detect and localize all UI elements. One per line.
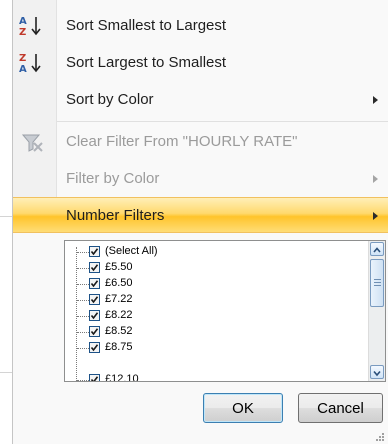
grip-dot (376, 439, 378, 441)
sort-ascending-label: Sort Smallest to Largest (66, 17, 227, 34)
list-item-label: £8.52 (105, 325, 133, 337)
checkmark-icon (90, 264, 99, 272)
tree-branch (77, 268, 89, 269)
grip-dot (379, 436, 381, 438)
menu-separator (57, 121, 388, 122)
checkbox[interactable] (89, 294, 100, 305)
sort-descending-icon: Z A (19, 53, 41, 75)
submenu-arrow-icon (373, 175, 378, 183)
list-item[interactable]: £8.22 (65, 308, 365, 324)
grip-dot (382, 439, 384, 441)
tree-branch (77, 380, 89, 381)
checkbox[interactable] (89, 374, 100, 381)
tree-branch (77, 284, 89, 285)
scroll-up-button[interactable] (370, 242, 384, 256)
list-item[interactable]: £8.52 (65, 324, 365, 340)
svg-text:A: A (19, 16, 27, 27)
list-item[interactable]: £5.50 (65, 260, 365, 276)
list-item-select-all[interactable]: (Select All) (65, 244, 365, 260)
clear-filter-label: Clear Filter From "HOURLY RATE" (66, 133, 298, 150)
resize-grip-icon[interactable] (374, 431, 384, 441)
checkmark-icon (90, 296, 99, 304)
sort-by-color-label: Sort by Color (66, 91, 154, 108)
grip-line (374, 282, 381, 283)
grip-line (374, 285, 381, 286)
list-item-label: £8.22 (105, 309, 133, 321)
menu-item-number-filters[interactable]: Number Filters (13, 197, 388, 233)
list-item[interactable]: £12.10 (65, 372, 365, 382)
menu-item-clear-filter[interactable]: Clear Filter From "HOURLY RATE" (13, 124, 388, 160)
chevron-up-icon (373, 247, 381, 253)
list-item[interactable]: £8.75 (65, 340, 365, 356)
checkbox[interactable] (89, 278, 100, 289)
checkbox[interactable] (89, 326, 100, 337)
scroll-thumb[interactable] (370, 259, 384, 307)
tree-branch (77, 300, 89, 301)
number-filters-label: Number Filters (66, 207, 165, 224)
checkmark-icon (90, 280, 99, 288)
sort-ascending-icon: A Z (19, 16, 41, 38)
checkbox[interactable] (89, 262, 100, 273)
menu-item-filter-by-color[interactable]: Filter by Color (13, 161, 388, 197)
checkmark-icon (90, 248, 99, 256)
checkbox[interactable] (89, 342, 100, 353)
menu-item-sort-largest-to-smallest[interactable]: Z A Sort Largest to Smallest (13, 45, 388, 81)
filter-by-color-label: Filter by Color (66, 170, 160, 187)
list-item-label: £5.50 (105, 261, 133, 273)
grip-dot (379, 439, 381, 441)
grip-line (374, 279, 381, 280)
sort-descending-label: Sort Largest to Smallest (66, 54, 227, 71)
grip-dot (382, 436, 384, 438)
list-item[interactable]: £7.22 (65, 292, 365, 308)
checkbox[interactable] (89, 310, 100, 321)
svg-text:Z: Z (19, 53, 26, 64)
list-item-label: (Select All) (105, 245, 158, 257)
scroll-down-button[interactable] (370, 365, 384, 379)
tree-branch (77, 316, 89, 317)
list-item-label: £12.10 (105, 373, 139, 382)
grip-dot (382, 433, 384, 435)
submenu-arrow-icon (373, 96, 378, 104)
list-item-label: £8.75 (105, 341, 133, 353)
tree-branch (77, 252, 89, 253)
menu-item-sort-by-color[interactable]: Sort by Color (13, 82, 388, 118)
list-item-label: £6.50 (105, 277, 133, 289)
list-item[interactable]: £6.50 (65, 276, 365, 292)
checkmark-icon (90, 312, 99, 320)
checkbox[interactable] (89, 246, 100, 257)
cancel-button[interactable]: Cancel (298, 393, 383, 423)
chevron-down-icon (373, 370, 381, 377)
vertical-scrollbar[interactable] (368, 241, 385, 381)
submenu-arrow-icon (373, 212, 378, 220)
autofilter-dropdown-menu: A Z Sort Smallest to Largest Z A Sort La… (12, 0, 388, 444)
svg-text:A: A (19, 64, 27, 75)
checkmark-icon (90, 328, 99, 336)
list-item-label: £7.22 (105, 293, 133, 305)
ok-button[interactable]: OK (203, 393, 283, 423)
checkmark-icon (90, 344, 99, 352)
tree-branch (77, 348, 89, 349)
svg-text:Z: Z (19, 27, 26, 38)
checkmark-icon (90, 376, 99, 381)
tree-branch (77, 332, 89, 333)
menu-item-sort-smallest-to-largest[interactable]: A Z Sort Smallest to Largest (13, 8, 388, 44)
filter-values-list[interactable]: (Select All) £5.50 £6.50 £7.22 £8.22 £8.… (64, 240, 386, 382)
clear-filter-icon (21, 134, 43, 152)
